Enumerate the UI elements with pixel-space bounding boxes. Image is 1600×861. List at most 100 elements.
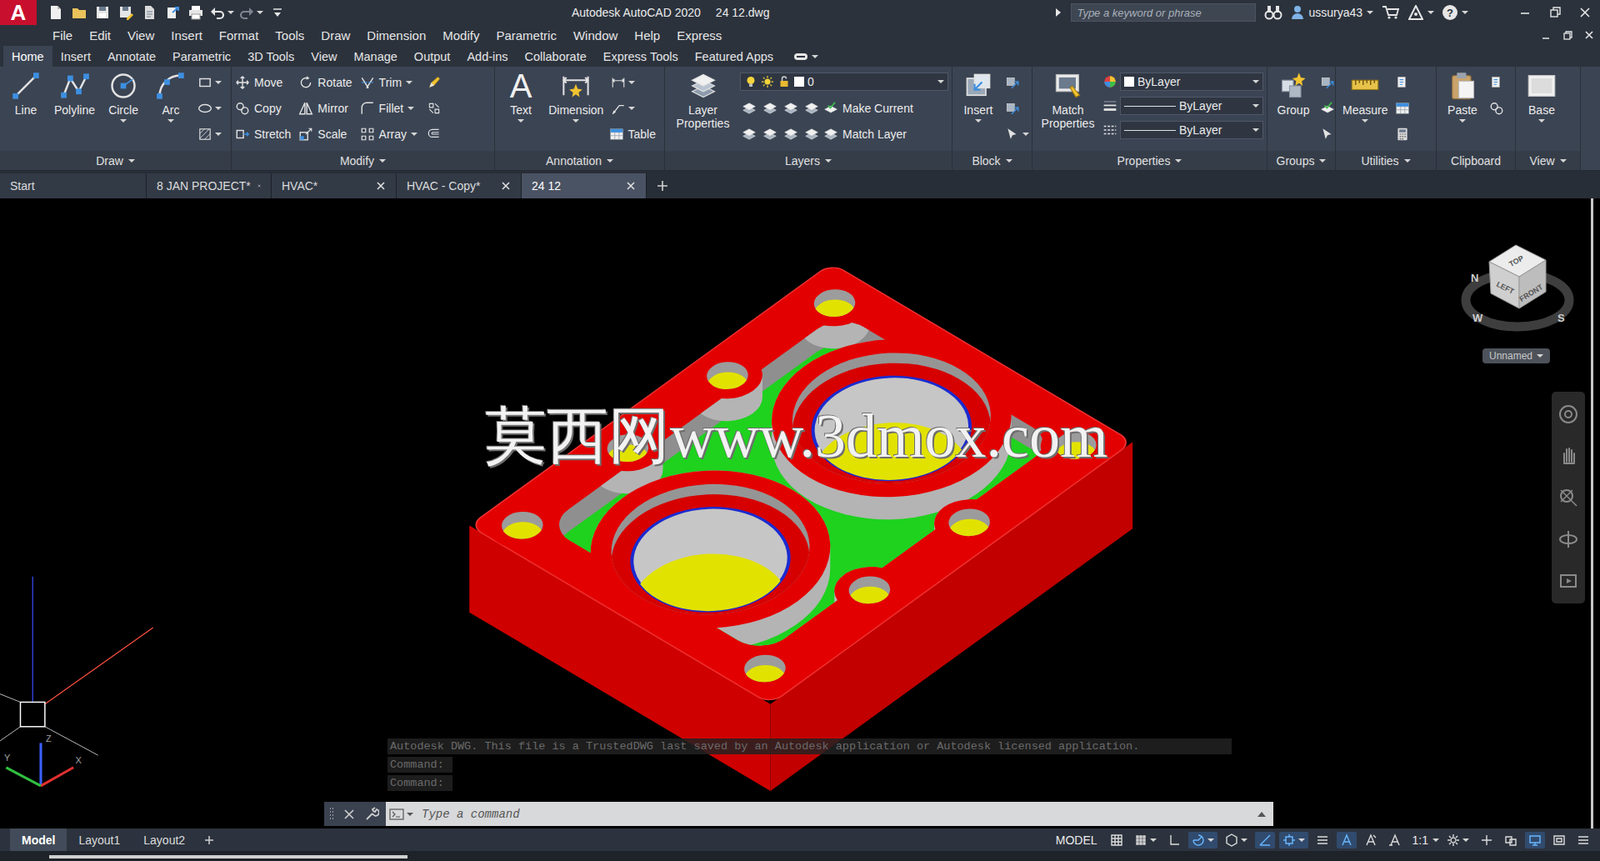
dropdown-arrow-icon[interactable] <box>1150 838 1157 842</box>
tool-button[interactable] <box>760 98 780 119</box>
dropdown-arrow-icon[interactable] <box>256 10 264 15</box>
space-toggle[interactable]: MODEL <box>1055 833 1098 847</box>
dropdown-arrow-icon[interactable] <box>215 80 222 85</box>
tool-button[interactable] <box>781 124 800 145</box>
dropdown-arrow-icon[interactable] <box>1536 354 1544 358</box>
close-command-icon[interactable] <box>342 807 356 821</box>
tool-button[interactable] <box>1393 98 1412 119</box>
menu-item[interactable]: Express <box>668 28 730 43</box>
menu-item[interactable]: Tools <box>266 28 313 43</box>
tool-button[interactable] <box>760 124 780 145</box>
dropdown-arrow-icon[interactable] <box>120 119 127 123</box>
compass-south[interactable]: S <box>1557 311 1565 325</box>
ribbon-toggle[interactable] <box>781 45 819 67</box>
panel-title[interactable]: Annotation <box>495 150 665 170</box>
panel-title[interactable]: Layers <box>665 150 952 170</box>
menu-item[interactable]: Window <box>565 28 626 43</box>
dropdown-arrow-icon[interactable] <box>1427 10 1435 15</box>
named-view-button[interactable]: Unnamed <box>1482 348 1550 364</box>
menu-item[interactable]: File <box>44 28 81 43</box>
save-button[interactable] <box>93 2 112 23</box>
restore-icon[interactable] <box>1540 0 1570 25</box>
dropdown-arrow-icon[interactable] <box>410 132 418 136</box>
close-tab-icon[interactable] <box>375 180 386 191</box>
menu-item[interactable]: Modify <box>434 28 488 43</box>
dropdown-arrow-icon[interactable] <box>1462 838 1470 842</box>
user-account[interactable]: ussurya43 <box>1290 5 1374 20</box>
tool-button[interactable] <box>740 98 759 119</box>
add-layout-icon[interactable] <box>203 834 215 846</box>
dropdown-arrow-icon[interactable] <box>1175 159 1182 163</box>
orbit-icon[interactable] <box>1557 528 1580 550</box>
menu-item[interactable]: Parametric <box>487 28 565 43</box>
dropdown-arrow-icon[interactable] <box>1366 10 1374 15</box>
tool-button[interactable]: Match Properties <box>1035 70 1100 130</box>
file-tab[interactable]: 8 JAN PROJECT* <box>146 173 272 199</box>
status-toggle[interactable] <box>1573 831 1594 849</box>
dropdown-arrow-icon[interactable] <box>937 80 945 84</box>
dropdown-arrow-icon[interactable] <box>825 159 832 163</box>
recent-commands-button[interactable] <box>389 808 414 820</box>
status-toggle[interactable] <box>1106 831 1127 849</box>
dropdown-arrow-icon[interactable] <box>1432 838 1440 842</box>
panel-title[interactable]: View <box>1515 150 1580 170</box>
ribbon-tab[interactable]: Manage <box>345 45 405 67</box>
menu-item[interactable]: Dimension <box>358 28 435 43</box>
a360-button[interactable] <box>1408 5 1435 20</box>
status-toggle[interactable] <box>1336 831 1357 849</box>
status-toggle[interactable] <box>1279 831 1309 849</box>
status-toggle[interactable] <box>1500 831 1521 849</box>
dropdown-arrow-icon[interactable] <box>1361 119 1369 123</box>
viewcube-graphic[interactable]: NWSTOPLEFTFRONT <box>1459 235 1577 342</box>
color-dropdown[interactable]: ByLayer <box>1120 72 1264 91</box>
dropdown-arrow-icon[interactable] <box>1538 119 1545 123</box>
tool-button[interactable]: Stretch <box>235 124 296 145</box>
annotation-scale[interactable]: 1:1 <box>1412 833 1429 847</box>
command-input[interactable] <box>420 806 1250 822</box>
doc-restore-icon[interactable] <box>1556 26 1579 45</box>
tool-button[interactable] <box>195 72 224 93</box>
open-web-button[interactable] <box>140 2 159 23</box>
lineweight-dropdown[interactable]: ByLayer <box>1120 96 1264 115</box>
tool-button[interactable]: Group <box>1270 70 1316 117</box>
panel-title[interactable]: Block <box>952 150 1032 170</box>
panel-title[interactable]: Draw <box>0 150 231 170</box>
tool-button[interactable]: Insert <box>955 70 1001 123</box>
tool-button[interactable] <box>195 98 224 119</box>
dropdown-arrow-icon[interactable] <box>167 119 175 123</box>
minimize-icon[interactable] <box>1510 0 1540 25</box>
tool-button[interactable] <box>1003 124 1031 145</box>
dropdown-arrow-icon[interactable] <box>1461 10 1469 15</box>
tool-button[interactable]: Copy <box>235 98 296 119</box>
ribbon-tab[interactable]: Add-ins <box>458 45 516 67</box>
binoculars-icon[interactable] <box>1264 4 1283 21</box>
tool-button[interactable]: Layer Properties <box>668 70 738 130</box>
panel-title[interactable]: Groups <box>1267 150 1335 170</box>
dropdown-arrow-icon[interactable] <box>1252 104 1260 108</box>
dropdown-arrow-icon[interactable] <box>1240 838 1248 842</box>
file-tab[interactable]: Start <box>0 173 147 199</box>
tool-button[interactable] <box>1318 98 1337 119</box>
tool-button[interactable]: Line <box>3 70 49 117</box>
tool-button[interactable] <box>1487 98 1506 119</box>
canvas-scrollbar[interactable] <box>1590 198 1594 829</box>
housing-block[interactable] <box>463 263 1133 791</box>
tool-button[interactable]: Circle <box>100 70 146 123</box>
scroll-thumb[interactable] <box>49 855 408 859</box>
menu-item[interactable]: Format <box>210 28 268 43</box>
tool-button[interactable]: A Text <box>498 70 544 123</box>
dropdown-arrow-icon[interactable] <box>606 159 614 163</box>
customize-toolbar-button[interactable] <box>268 2 287 23</box>
tool-button[interactable] <box>802 98 821 119</box>
wrench-icon[interactable] <box>364 806 380 822</box>
help-button[interactable]: ? <box>1442 5 1469 20</box>
tool-button[interactable]: Trim <box>360 72 423 93</box>
ribbon-tab[interactable]: Insert <box>52 45 100 67</box>
status-toggle[interactable] <box>1549 831 1570 849</box>
redo-button[interactable] <box>239 2 264 23</box>
cube-left-face[interactable] <box>1489 261 1520 309</box>
dropdown-arrow-icon[interactable] <box>1005 159 1013 163</box>
close-tab-icon[interactable] <box>257 180 261 191</box>
dropdown-arrow-icon[interactable] <box>1252 80 1260 84</box>
ribbon-tab[interactable]: Output <box>405 45 460 67</box>
